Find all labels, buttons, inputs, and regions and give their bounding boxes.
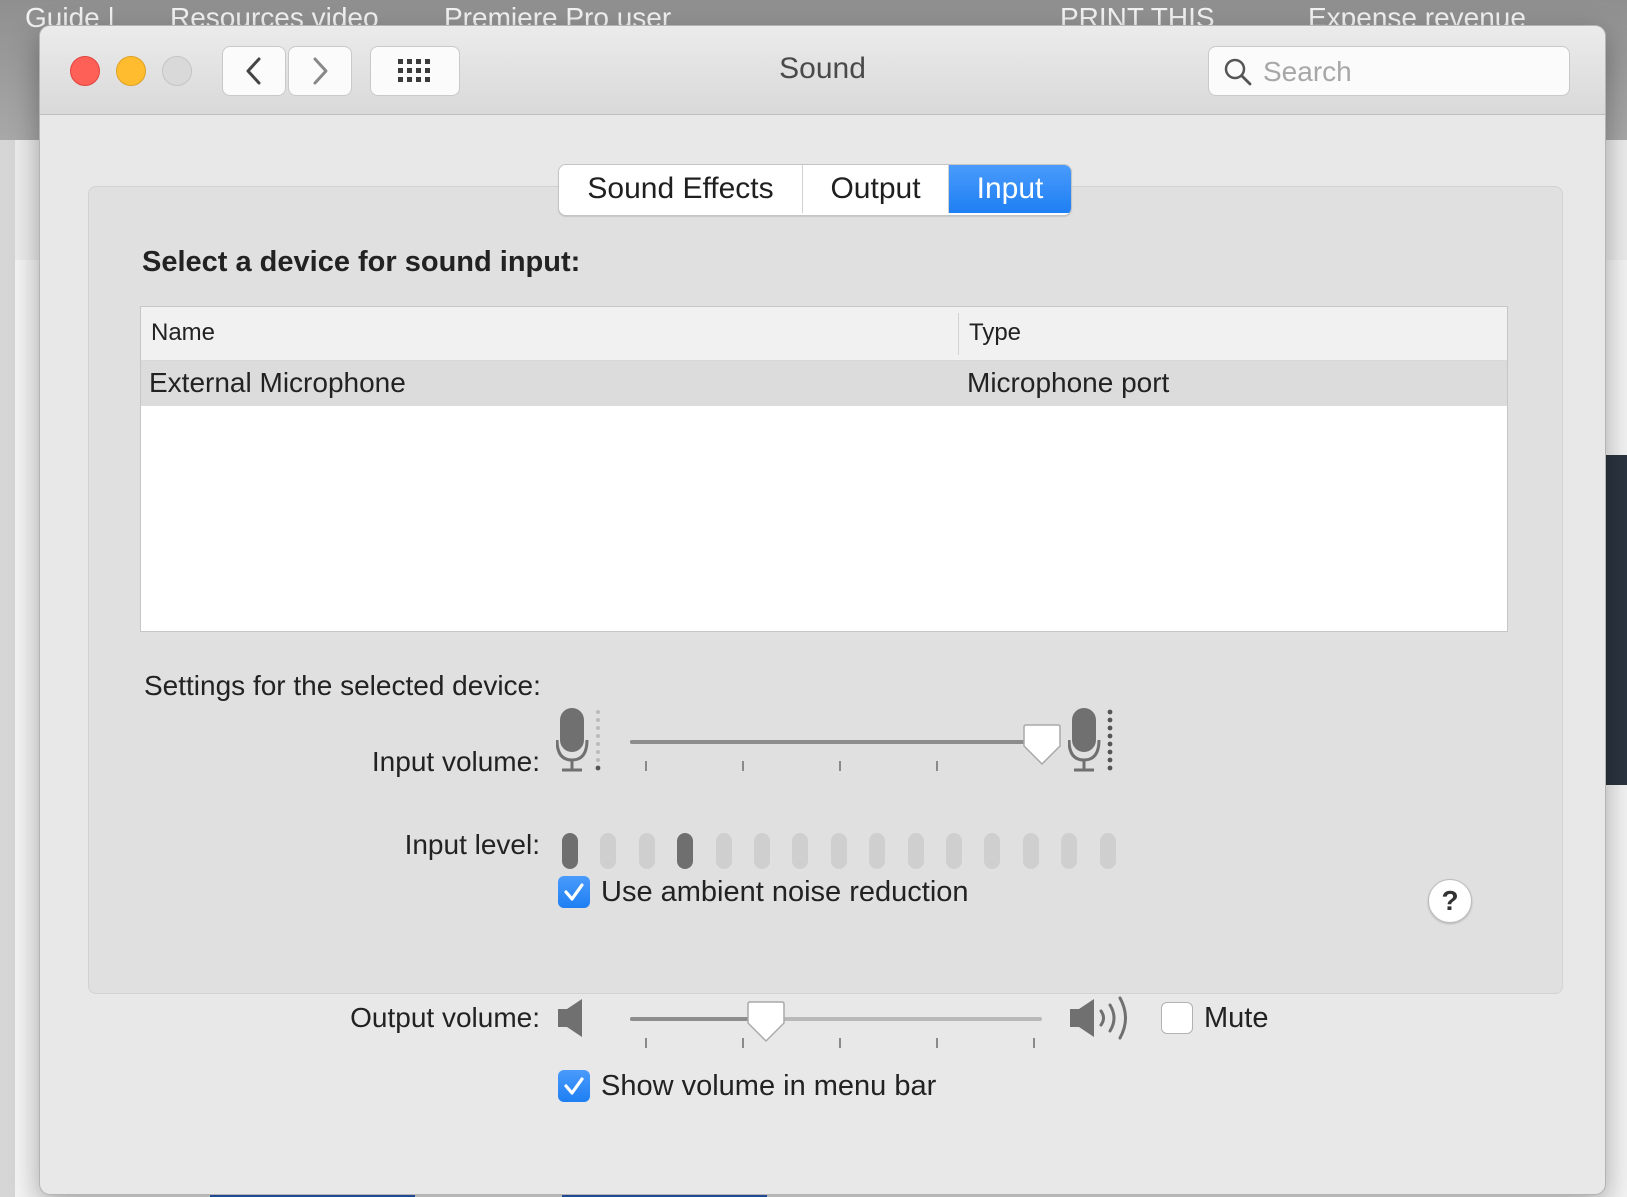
level-segment <box>1099 833 1116 869</box>
speaker-high-icon <box>1068 990 1144 1051</box>
level-segment <box>984 833 1001 869</box>
level-segment <box>754 833 770 869</box>
show-volume-checkbox[interactable] <box>558 1070 590 1102</box>
checkmark-icon <box>564 1077 584 1095</box>
checkmark-icon <box>564 883 584 901</box>
search-input[interactable] <box>1261 53 1555 91</box>
table-header: Name Type <box>141 307 1507 361</box>
level-segment <box>1061 833 1078 869</box>
show-volume-label[interactable]: Show volume in menu bar <box>601 1070 936 1103</box>
tab-sound-effects[interactable]: Sound Effects <box>559 165 803 213</box>
microphone-low-icon <box>555 706 606 781</box>
level-segment <box>600 833 617 869</box>
mute-checkbox[interactable] <box>1161 1002 1193 1034</box>
mute-label[interactable]: Mute <box>1204 1002 1268 1035</box>
slider-tick <box>839 1038 841 1048</box>
device-settings-heading: Settings for the selected device: <box>144 670 541 701</box>
level-segment <box>792 833 809 869</box>
level-segment <box>907 833 924 869</box>
level-segment <box>562 833 578 869</box>
level-segment <box>638 833 655 869</box>
slider-tick <box>645 1038 647 1048</box>
output-volume-slider[interactable] <box>630 1017 1042 1021</box>
table-row[interactable]: External Microphone Microphone port <box>141 361 1507 406</box>
slider-tick <box>936 1038 938 1048</box>
device-name: External Microphone <box>149 367 406 398</box>
column-header-name[interactable]: Name <box>151 319 215 347</box>
title-bar: Sound <box>40 26 1605 115</box>
tab-output[interactable]: Output <box>803 165 949 213</box>
input-volume-label: Input volume: <box>371 746 540 777</box>
ambient-noise-checkbox[interactable] <box>558 876 590 908</box>
level-segment <box>677 833 694 869</box>
column-header-type[interactable]: Type <box>969 319 1021 347</box>
device-type: Microphone port <box>967 367 1170 398</box>
ambient-noise-label[interactable]: Use ambient noise reduction <box>601 876 969 909</box>
search-field[interactable] <box>1208 46 1570 96</box>
tab-bar: Sound Effects Output Input <box>558 164 1072 216</box>
input-volume-fill <box>630 740 1042 744</box>
input-volume-slider[interactable] <box>630 740 1042 744</box>
slider-tick <box>936 761 938 771</box>
device-select-heading: Select a device for sound input: <box>142 246 581 278</box>
level-segment <box>946 833 962 869</box>
level-segment <box>1022 833 1039 869</box>
input-device-table[interactable]: Name Type External Microphone Microphone… <box>140 306 1508 632</box>
level-segment <box>869 833 886 869</box>
sound-preferences-window: Sound Sound Effects Output Input Select … <box>40 26 1605 1194</box>
output-volume-knob[interactable] <box>746 999 786 1045</box>
slider-tick <box>1033 1038 1035 1048</box>
help-button[interactable]: ? <box>1428 879 1472 923</box>
slider-tick <box>645 761 647 771</box>
search-icon <box>1224 58 1252 86</box>
input-level-label: Input level: <box>404 829 540 860</box>
slider-tick <box>742 761 744 771</box>
tab-input[interactable]: Input <box>949 165 1071 213</box>
level-segment <box>830 833 847 869</box>
speaker-low-icon <box>556 996 590 1045</box>
level-segment <box>715 833 732 869</box>
slider-tick <box>742 1038 744 1048</box>
column-divider <box>958 313 959 355</box>
slider-tick <box>839 761 841 771</box>
input-volume-knob[interactable] <box>1022 722 1062 768</box>
output-volume-label: Output volume: <box>350 1002 540 1033</box>
microphone-high-icon <box>1067 706 1118 781</box>
